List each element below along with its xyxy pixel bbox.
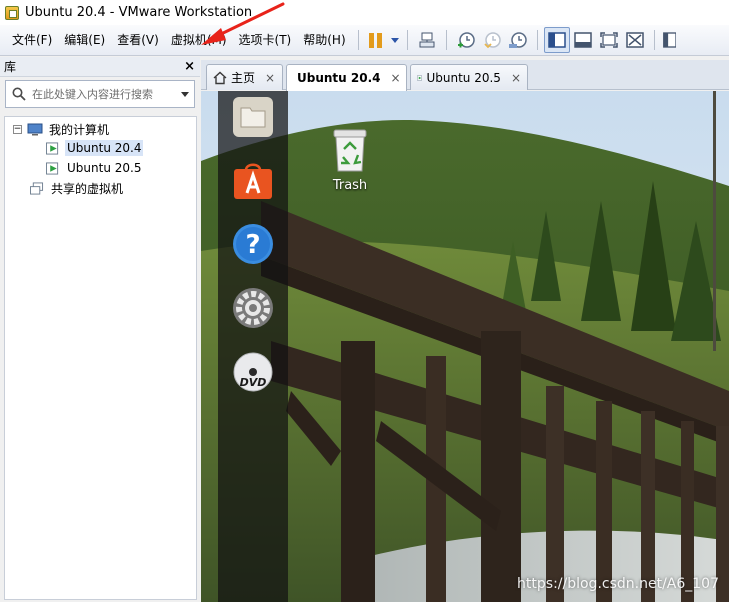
- tab-ubuntu-20-4[interactable]: Ubuntu 20.4 ×: [286, 64, 407, 91]
- tab-close-button[interactable]: ×: [511, 71, 521, 85]
- snapshot-revert-icon: [483, 32, 501, 49]
- tab-label: Ubuntu 20.5: [426, 70, 501, 85]
- library-icon: [662, 32, 676, 48]
- tree-label: Ubuntu 20.5: [67, 161, 142, 175]
- tree-item-my-computer[interactable]: − 我的计算机: [13, 119, 111, 139]
- library-search[interactable]: [5, 80, 195, 108]
- shared-vm-icon: [30, 181, 44, 195]
- dock-files[interactable]: [231, 95, 275, 139]
- window-title: Ubuntu 20.4 - VMware Workstation: [25, 5, 253, 20]
- unity-icon: [625, 32, 644, 48]
- desktop-trash[interactable]: Trash: [327, 129, 373, 193]
- snapshot-manager-icon: [508, 32, 527, 48]
- toolbar-separator: [653, 30, 655, 50]
- sidebar-view-icon: [547, 32, 566, 48]
- svg-text:?: ?: [245, 230, 260, 260]
- dock-software[interactable]: [231, 158, 275, 202]
- tab-label: 主页: [231, 71, 256, 85]
- collapse-toggle[interactable]: −: [13, 124, 22, 134]
- vm-running-icon: [46, 161, 59, 175]
- tree-item-vm[interactable]: Ubuntu 20.5: [45, 158, 143, 178]
- unity-button[interactable]: [622, 27, 648, 53]
- toolbar-separator: [357, 30, 359, 50]
- menu-toolbar: 文件(F) 编辑(E) 查看(V) 虚拟机(M) 选项卡(T) 帮助(H): [0, 25, 729, 56]
- toolbar-separator: [445, 30, 447, 50]
- menu-vm[interactable]: 虚拟机(M): [165, 25, 233, 56]
- toolbar-separator: [536, 30, 538, 50]
- library-title: 库: [4, 60, 17, 74]
- library-close-button[interactable]: ×: [184, 59, 195, 74]
- vm-library-tree: − 我的计算机 Ubuntu 20.4 Ubuntu 20.5 共享的虚拟机: [4, 116, 197, 600]
- dock-settings[interactable]: [231, 286, 275, 330]
- tree-label: Ubuntu 20.4: [65, 140, 144, 156]
- tree-item-shared-vms[interactable]: 共享的虚拟机: [29, 178, 125, 198]
- tab-bar: 主页 × Ubuntu 20.4 × Ubuntu 20.5 ×: [201, 60, 729, 91]
- search-icon: [12, 87, 26, 101]
- home-icon: [213, 71, 227, 84]
- library-header: 库 ×: [0, 57, 200, 77]
- tree-label: 我的计算机: [49, 122, 110, 137]
- tab-ubuntu-20-5[interactable]: Ubuntu 20.5 ×: [410, 64, 528, 90]
- vm-running-icon: [417, 74, 422, 81]
- console-view-button[interactable]: [570, 27, 596, 53]
- toolbar-separator: [406, 30, 408, 50]
- take-snapshot-button[interactable]: [453, 27, 479, 53]
- menu-file[interactable]: 文件(F): [6, 25, 58, 56]
- trash-label: Trash: [332, 178, 368, 193]
- snapshot-take-icon: [457, 32, 475, 48]
- dock-dvd[interactable]: DVD: [231, 350, 275, 394]
- software-store-icon: [234, 163, 272, 199]
- power-dropdown-button[interactable]: [387, 27, 401, 53]
- watermark-text: https://blog.csdn.net/A6_107: [517, 576, 719, 592]
- menu-view[interactable]: 查看(V): [111, 25, 165, 56]
- menu-help[interactable]: 帮助(H): [297, 25, 351, 56]
- send-keys-icon: [419, 32, 435, 48]
- revert-snapshot-button[interactable]: [479, 27, 505, 53]
- send-ctrl-alt-del-button[interactable]: [414, 27, 440, 53]
- tree-label: 共享的虚拟机: [51, 181, 124, 196]
- tab-close-button[interactable]: ×: [390, 71, 400, 85]
- settings-icon: [233, 288, 273, 328]
- trash-icon: [333, 129, 367, 172]
- vmware-app-icon: [5, 5, 19, 20]
- help-icon: ?: [233, 224, 273, 264]
- menu-edit[interactable]: 编辑(E): [58, 25, 111, 56]
- tree-item-vm[interactable]: Ubuntu 20.4: [45, 138, 144, 158]
- vm-display[interactable]: ? DVD Trash https://blog.csdn.net/A6_107: [201, 91, 729, 602]
- snapshot-manager-button[interactable]: [505, 27, 531, 53]
- dvd-icon: DVD: [233, 352, 273, 392]
- search-dropdown-icon[interactable]: [181, 92, 189, 97]
- library-toggle-button[interactable]: [661, 27, 677, 53]
- tab-home[interactable]: 主页 ×: [206, 64, 283, 90]
- pause-button[interactable]: [365, 27, 387, 53]
- console-view-icon: [573, 32, 592, 48]
- svg-text:DVD: DVD: [240, 376, 267, 389]
- tab-label: Ubuntu 20.4: [297, 71, 381, 85]
- files-icon: [233, 97, 273, 137]
- fullscreen-button[interactable]: [596, 27, 622, 53]
- dock-help[interactable]: ?: [231, 222, 275, 266]
- tab-close-button[interactable]: ×: [265, 71, 275, 85]
- dropdown-caret-icon: [391, 37, 400, 43]
- vm-running-icon: [46, 141, 59, 155]
- search-input[interactable]: [32, 87, 172, 101]
- computer-icon: [27, 123, 43, 135]
- menu-tabs[interactable]: 选项卡(T): [233, 25, 298, 56]
- fullscreen-icon: [599, 32, 618, 48]
- pause-icon: [369, 32, 383, 48]
- ubuntu-dock: ? DVD: [218, 91, 288, 602]
- window-title-bar: Ubuntu 20.4 - VMware Workstation: [0, 0, 729, 25]
- show-library-button[interactable]: [543, 27, 570, 53]
